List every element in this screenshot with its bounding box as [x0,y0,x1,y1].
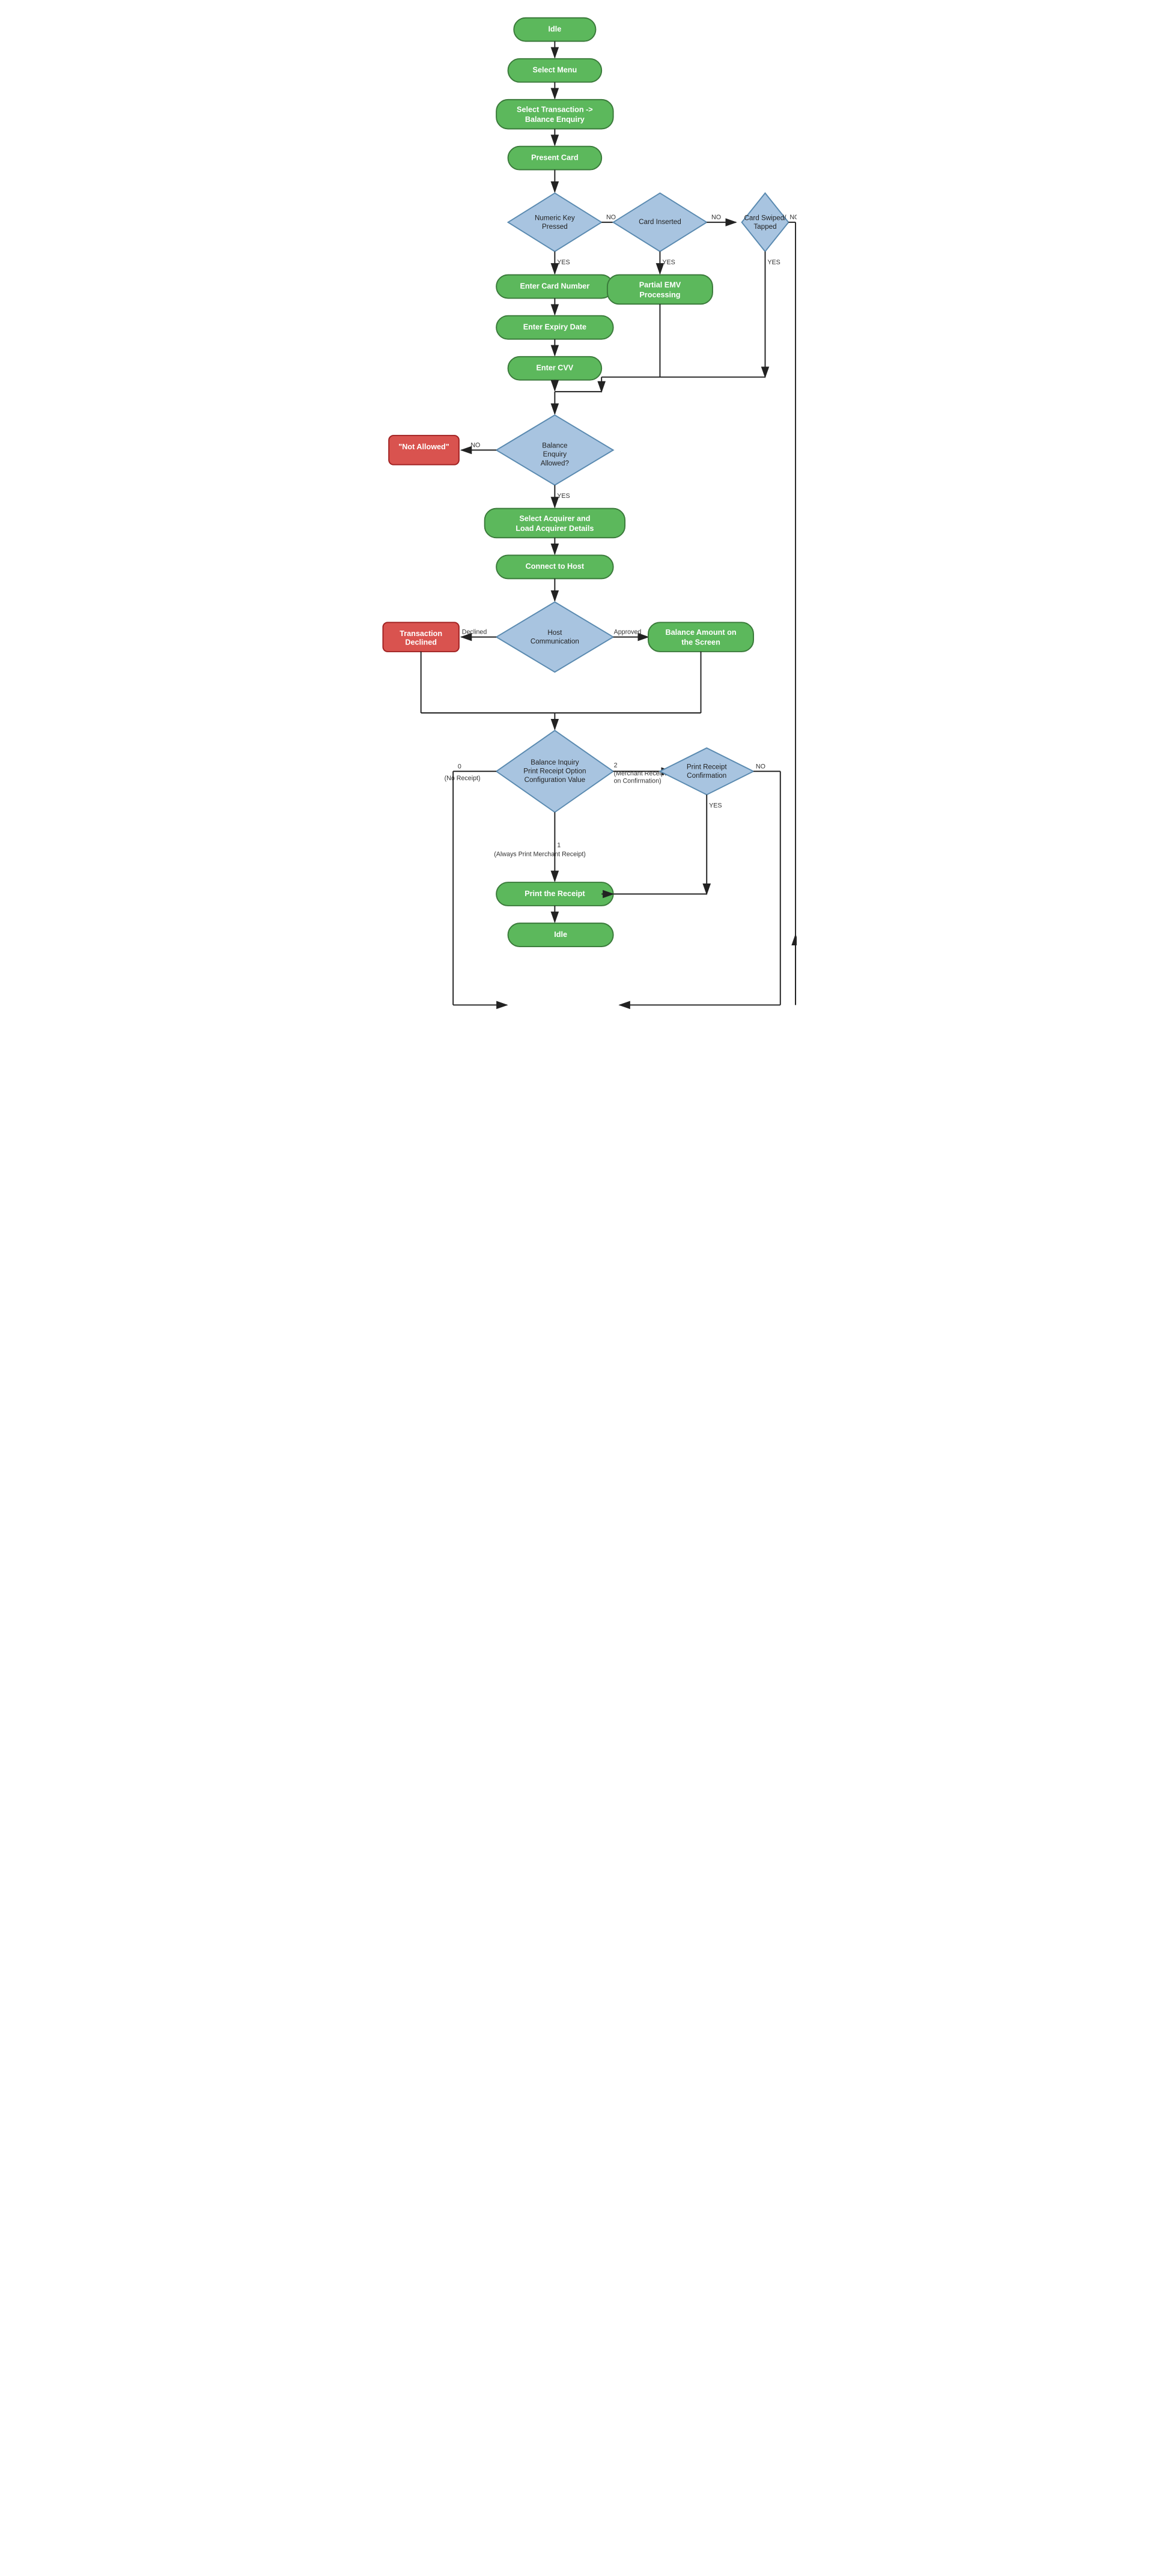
zero-no-receipt-desc: (No Receipt) [445,775,481,782]
partial-emv-node: Partial EMV Processing [607,275,713,305]
two-merchant-conf-desc2: on Confirmation) [614,778,662,785]
svg-text:Idle: Idle [554,930,567,939]
balance-amount-node: Balance Amount on the Screen [648,622,753,652]
svg-text:Select Menu: Select Menu [533,66,577,74]
no-label-numeric: NO [606,214,616,221]
svg-text:Host: Host [547,629,562,637]
no-label-card-swiped: NO [789,214,797,221]
enter-card-number-node: Enter Card Number [496,275,613,299]
yes-label-card-swiped: YES [767,259,780,266]
connect-to-host-node: Connect to Host [496,555,613,578]
svg-text:Balance: Balance [542,442,567,450]
numeric-key-diamond: Numeric Key Pressed [508,193,602,251]
svg-text:Enter CVV: Enter CVV [536,364,573,372]
svg-text:Partial EMV: Partial EMV [639,280,681,289]
card-swiped-diamond: Card Swiped/ Tapped [742,193,789,251]
svg-text:Balance Inquiry: Balance Inquiry [531,759,579,766]
svg-text:Print the Receipt: Print the Receipt [525,889,585,898]
svg-text:Pressed: Pressed [542,223,568,231]
svg-text:Communication: Communication [531,637,579,645]
present-card-node: Present Card [508,147,602,170]
idle-bottom-node: Idle [508,923,613,947]
approved-label: Approved [614,629,642,636]
svg-text:Enter Expiry Date: Enter Expiry Date [523,323,586,332]
print-receipt-confirmation-diamond: Print Receipt Confirmation [660,748,753,795]
no-label-print-conf: NO [756,763,765,770]
select-transaction-node: Select Transaction -> Balance Enquiry [496,100,613,129]
yes-label-numeric: YES [557,259,570,266]
yes-label-card-inserted: YES [662,259,675,266]
svg-text:Enquiry: Enquiry [543,450,567,458]
svg-text:Balance Amount on: Balance Amount on [665,628,736,637]
host-communication-diamond: Host Communication [496,602,613,672]
yes-label-balance-enquiry: YES [557,492,570,500]
balance-enquiry-allowed-diamond: Balance Enquiry Allowed? [496,415,613,485]
idle-top-node: Idle [514,18,595,41]
zero-no-receipt-label: 0 [458,763,461,770]
transaction-declined-node: Transaction Declined [383,622,458,652]
svg-text:Allowed?: Allowed? [541,459,570,467]
svg-text:Card Inserted: Card Inserted [639,218,681,226]
not-allowed-node: "Not Allowed" [389,435,459,465]
svg-text:Declined: Declined [405,638,437,647]
svg-text:Transaction: Transaction [400,629,442,638]
enter-cvv-node: Enter CVV [508,357,602,380]
svg-text:"Not Allowed": "Not Allowed" [398,443,449,451]
svg-text:Processing: Processing [639,291,680,299]
svg-text:Print Receipt: Print Receipt [687,763,727,771]
svg-text:Present Card: Present Card [531,153,579,162]
card-inserted-diamond: Card Inserted [613,193,707,251]
svg-text:Tapped: Tapped [753,223,776,231]
declined-label: Declined [462,629,487,636]
no-label-card-inserted: NO [711,214,721,221]
print-receipt-node: Print the Receipt [496,882,613,906]
svg-text:Idle: Idle [548,25,561,34]
one-always-print-desc: (Always Print Merchant Receipt) [494,850,586,858]
yes-label-print-conf: YES [709,802,722,810]
svg-text:Numeric Key: Numeric Key [535,214,575,222]
svg-text:Confirmation: Confirmation [687,772,726,780]
one-always-print-label: 1 [557,842,561,849]
svg-text:Select Transaction ->: Select Transaction -> [517,106,593,114]
two-merchant-conf-desc: (Merchant Receipt [614,770,666,777]
svg-text:Load Acquirer Details: Load Acquirer Details [516,524,594,533]
svg-text:Configuration Value: Configuration Value [525,776,586,784]
enter-expiry-node: Enter Expiry Date [496,316,613,339]
select-acquirer-node: Select Acquirer and Load Acquirer Detail… [485,509,625,538]
svg-text:Connect to Host: Connect to Host [526,562,585,571]
print-receipt-option-diamond: Balance Inquiry Print Receipt Option Con… [496,730,613,812]
two-merchant-conf-label: 2 [614,762,618,769]
svg-text:Enter Card Number: Enter Card Number [520,282,589,290]
svg-text:Card Swiped/: Card Swiped/ [744,214,786,222]
svg-text:Print Receipt Option: Print Receipt Option [523,767,586,775]
svg-text:the Screen: the Screen [681,638,720,647]
svg-text:Select Acquirer and: Select Acquirer and [519,514,590,523]
no-label-balance-enquiry: NO [470,442,480,449]
select-menu-node: Select Menu [508,59,602,82]
flowchart-container: Idle Select Menu Select Transaction -> B… [365,0,803,1088]
svg-text:Balance Enquiry: Balance Enquiry [525,115,585,124]
